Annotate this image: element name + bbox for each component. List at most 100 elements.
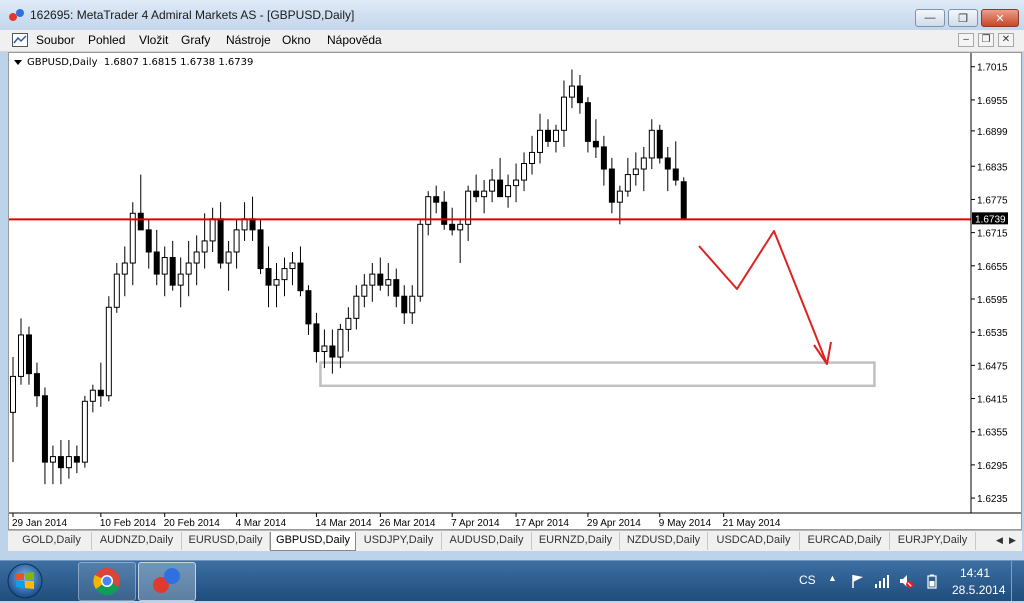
bear-candle-body	[265, 268, 272, 286]
volume-muted-icon[interactable]	[898, 573, 914, 589]
bear-candle-body	[584, 102, 591, 142]
bull-candle-body	[161, 257, 168, 275]
chart-window[interactable]: 1.7015 1.6955 1.6899 1.6835 1.6775 1.6715 1.66…	[8, 52, 1022, 530]
candle	[393, 268, 400, 308]
bull-candle-body	[281, 268, 288, 281]
bear-candle-body	[600, 146, 607, 170]
language-indicator[interactable]: CS	[799, 573, 816, 587]
network-signal-icon[interactable]	[874, 573, 890, 589]
bear-candle-body	[169, 257, 176, 286]
menu-grafy[interactable]: Grafy	[181, 33, 210, 47]
candle	[385, 263, 392, 297]
menu-pohled[interactable]: Pohled	[88, 33, 125, 47]
close-button[interactable]: ✕	[981, 9, 1019, 27]
dropdown-triangle-icon[interactable]	[14, 59, 22, 67]
bull-candle-body	[385, 279, 392, 286]
candle	[529, 135, 536, 175]
tab-gbpusd-daily[interactable]: GBPUSD,Daily	[270, 532, 356, 551]
tab-audusd-daily[interactable]: AUDUSD,Daily	[442, 532, 532, 550]
bear-candle-body	[153, 251, 160, 275]
bear-candle-body	[305, 290, 312, 325]
bull-candle-body	[337, 328, 344, 358]
bear-candle-body	[257, 229, 264, 270]
bull-candle-body	[529, 151, 536, 164]
candle	[457, 218, 464, 264]
candle	[473, 174, 480, 203]
candle	[129, 202, 136, 286]
support-zone-rectangle[interactable]	[319, 361, 876, 388]
tab-eurnzd-daily[interactable]: EURNZD,Daily	[532, 532, 620, 550]
tab-scroll-left-icon[interactable]: ◀	[996, 535, 1003, 546]
candle	[153, 229, 160, 286]
bull-candle-body	[369, 273, 376, 286]
bear-candle-body	[25, 334, 32, 375]
candle	[465, 185, 472, 241]
restore-button[interactable]: ❐	[948, 9, 978, 27]
menu-bar: Soubor Pohled Vložit Grafy Nástroje Okno…	[0, 30, 1024, 52]
bear-candle-body	[137, 212, 144, 231]
close-icon: ✕	[995, 12, 1005, 25]
bull-candle-body	[129, 212, 136, 264]
chrome-icon	[93, 568, 120, 596]
price-chart[interactable]: 1.7015 1.6955 1.6899 1.6835 1.6775 1.6715 1.66…	[9, 53, 1021, 529]
mdi-restore-button[interactable]: ❐	[978, 33, 994, 47]
battery-icon[interactable]	[924, 573, 940, 589]
tab-audnzd-daily[interactable]: AUDNZD,Daily	[92, 532, 182, 550]
y-tick-label: 1.6899	[977, 127, 1008, 138]
restore-icon: ❐	[958, 12, 968, 25]
candle	[433, 185, 440, 214]
candle	[361, 274, 368, 308]
clock-date[interactable]: 28.5.2014	[952, 583, 1005, 597]
menu-nastroje[interactable]: Nástroje	[226, 33, 271, 47]
y-tick-label: 1.6535	[977, 328, 1008, 339]
tab-scroll-right-icon[interactable]: ▶	[1009, 535, 1016, 546]
candle	[145, 218, 152, 269]
bull-candle-body	[560, 96, 567, 131]
bear-candle-body	[313, 323, 320, 353]
bull-candle-body	[225, 251, 232, 264]
tab-usdcad-daily[interactable]: USDCAD,Daily	[708, 532, 800, 550]
menu-napoveda[interactable]: Nápověda	[327, 33, 382, 47]
minimize-button[interactable]: —	[915, 9, 945, 27]
clock-time[interactable]: 14:41	[960, 566, 990, 580]
tray-expand-icon[interactable]: ▲	[828, 573, 837, 583]
projection-arrow-path[interactable]	[698, 230, 828, 365]
action-center-flag-icon[interactable]	[850, 573, 866, 589]
taskbar-chrome-button[interactable]	[78, 562, 136, 601]
y-tick-label: 1.6415	[977, 395, 1008, 406]
tab-eurjpy-daily[interactable]: EURJPY,Daily	[890, 532, 976, 550]
candle	[369, 263, 376, 302]
candle	[113, 263, 120, 313]
tab-eurusd-daily[interactable]: EURUSD,Daily	[182, 532, 270, 550]
bear-candle-body	[672, 168, 679, 181]
mdi-minimize-button[interactable]: –	[958, 33, 974, 47]
tab-gold-daily[interactable]: GOLD,Daily	[12, 532, 92, 550]
candle	[281, 257, 288, 297]
candle	[25, 326, 32, 385]
menu-okno[interactable]: Okno	[282, 33, 311, 47]
mdi-close-button[interactable]: ✕	[998, 33, 1014, 47]
tab-usdjpy-daily[interactable]: USDJPY,Daily	[356, 532, 442, 550]
taskbar-metatrader-button[interactable]	[138, 562, 196, 601]
candle	[233, 218, 240, 269]
candle	[552, 124, 559, 153]
menu-soubor[interactable]: Soubor	[36, 33, 75, 47]
chart-window-icon[interactable]	[12, 33, 28, 47]
show-desktop-button[interactable]	[1011, 561, 1024, 601]
candle	[624, 157, 631, 197]
candle	[89, 384, 96, 413]
y-tick-label: 1.6235	[977, 494, 1008, 505]
candle	[65, 440, 72, 479]
menu-vlozit[interactable]: Vložit	[139, 33, 168, 47]
chart-tab-bar: ◀ ▶ GOLD,Daily AUDNZD,Daily EURUSD,Daily GB…	[8, 530, 1022, 551]
candle	[185, 240, 192, 297]
bear-candle-body	[441, 201, 448, 225]
bear-candle-body	[592, 140, 599, 148]
candle	[81, 395, 88, 468]
candle	[329, 329, 336, 374]
x-tick-label: 9 May 2014	[659, 518, 712, 529]
tab-nzdusd-daily[interactable]: NZDUSD,Daily	[620, 532, 708, 550]
tab-eurcad-daily[interactable]: EURCAD,Daily	[800, 532, 890, 550]
windows-start-icon[interactable]	[6, 562, 44, 600]
bull-candle-body	[521, 162, 528, 181]
